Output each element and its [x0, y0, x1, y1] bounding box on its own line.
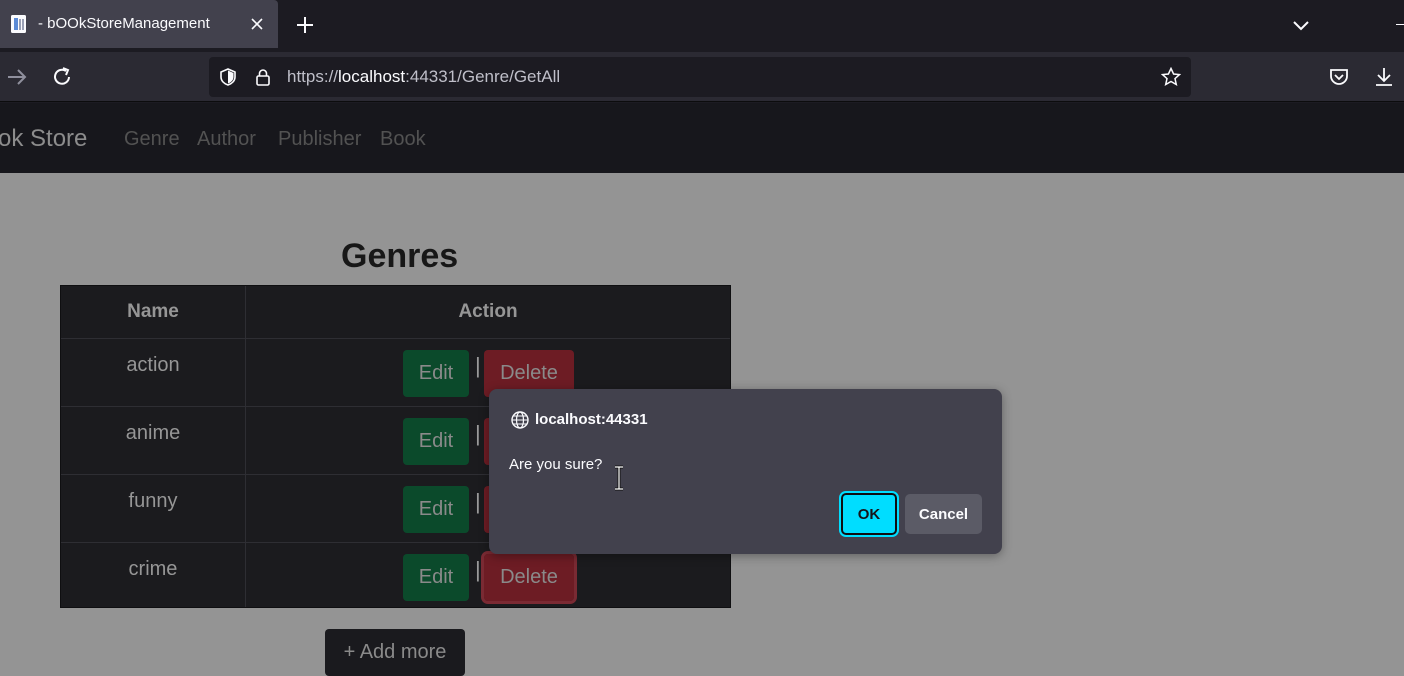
forward-arrow-icon[interactable] [5, 65, 29, 89]
nav-link-book[interactable]: Book [380, 128, 426, 151]
edit-button[interactable]: Edit [403, 486, 469, 533]
cancel-button[interactable]: Cancel [905, 494, 982, 534]
site-header: ok Store Genre Author Publisher Book [0, 103, 1404, 173]
genre-name: funny [128, 490, 178, 512]
nav-link-genre[interactable]: Genre [124, 128, 180, 151]
action-separator: | [475, 489, 481, 514]
star-icon[interactable] [1161, 67, 1181, 87]
globe-icon [511, 411, 529, 429]
pocket-icon[interactable] [1327, 65, 1351, 89]
tab-strip: - bOOkStoreManagement [0, 0, 1404, 52]
page-icon [11, 15, 26, 33]
dialog-origin: localhost:44331 [535, 411, 648, 428]
genre-name: crime [128, 558, 178, 580]
action-separator: | [475, 421, 481, 446]
confirm-dialog: localhost:44331 Are you sure? OK Cancel [489, 389, 1002, 554]
add-more-button[interactable]: + Add more [325, 629, 465, 676]
column-header-action: Action [458, 301, 518, 322]
text-cursor-icon [615, 465, 623, 491]
chevron-down-icon[interactable] [1290, 14, 1312, 36]
genre-name: action [126, 354, 180, 376]
site-brand[interactable]: ok Store [0, 125, 87, 153]
nav-link-publisher[interactable]: Publisher [278, 128, 361, 151]
edit-button[interactable]: Edit [403, 418, 469, 465]
navigation-toolbar: https://localhost:44331/Genre/GetAll [0, 52, 1404, 102]
action-separator: | [475, 557, 481, 582]
shield-icon[interactable] [218, 67, 238, 87]
url-bar[interactable]: https://localhost:44331/Genre/GetAll [209, 57, 1191, 97]
browser-tab[interactable]: - bOOkStoreManagement [0, 0, 278, 48]
close-icon[interactable] [248, 15, 266, 33]
minimize-button[interactable] [1396, 24, 1404, 25]
delete-button[interactable]: Delete [481, 551, 577, 604]
action-separator: | [475, 353, 481, 378]
edit-button[interactable]: Edit [403, 554, 469, 601]
dialog-message: Are you sure? [509, 456, 603, 473]
ok-button[interactable]: OK [839, 491, 899, 537]
page-title: Genres [341, 237, 459, 275]
tab-title: - bOOkStoreManagement [38, 15, 210, 32]
nav-link-author[interactable]: Author [197, 128, 256, 151]
lock-icon[interactable] [253, 67, 273, 87]
reload-icon[interactable] [50, 65, 74, 89]
genre-name: anime [125, 422, 181, 444]
url-text[interactable]: https://localhost:44331/Genre/GetAll [287, 67, 560, 87]
plus-icon[interactable] [294, 14, 316, 36]
edit-button[interactable]: Edit [403, 350, 469, 397]
download-icon[interactable] [1372, 65, 1396, 89]
column-header-name: Name [127, 301, 179, 322]
